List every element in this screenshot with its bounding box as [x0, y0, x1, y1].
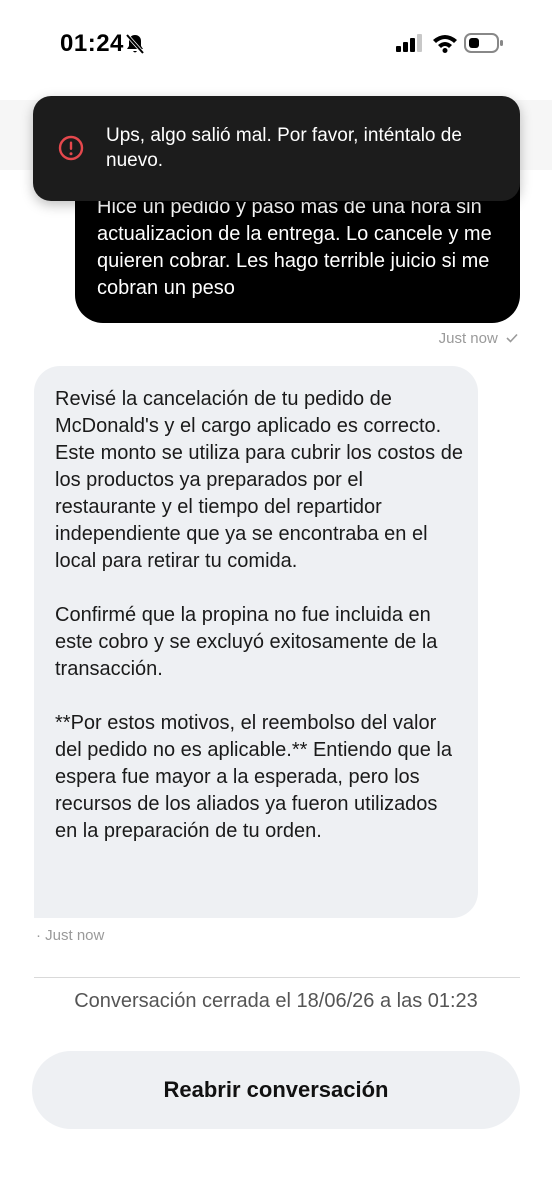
- agent-message-paragraph: Confirmé que la propina no fue incluida …: [55, 604, 438, 680]
- error-toast-message: Ups, algo salió mal. Por favor, inténtal…: [106, 125, 462, 171]
- wifi-icon: [433, 35, 457, 53]
- user-message-text: Hice un pedido y paso mas de una hora si…: [97, 196, 492, 299]
- divider: [34, 977, 520, 978]
- conversation-closed-notice: Conversación cerrada el 18/06/26 a las 0…: [74, 990, 478, 1012]
- agent-message-paragraph: **Por estos motivos, el reembolso del va…: [55, 712, 452, 842]
- cellular-signal-icon: [396, 34, 422, 52]
- error-alert-icon: [58, 135, 84, 161]
- battery-icon: [464, 33, 503, 53]
- user-message-meta: Just now: [439, 330, 518, 347]
- agent-message-timestamp: · Just now: [36, 927, 105, 944]
- reopen-conversation-button[interactable]: Reabrir conversación: [32, 1051, 520, 1129]
- bell-muted-icon: [125, 33, 145, 55]
- status-bar: 01:24: [0, 0, 552, 90]
- agent-message-paragraph: Revisé la cancelación de tu pedido de Mc…: [55, 388, 463, 572]
- agent-message-text: Revisé la cancelación de tu pedido de Mc…: [55, 386, 465, 845]
- error-toast[interactable]: Ups, algo salió mal. Por favor, inténtal…: [33, 96, 520, 201]
- checkmark-icon: [506, 333, 518, 343]
- status-time: 01:24: [60, 30, 124, 57]
- user-message-timestamp: Just now: [438, 330, 498, 347]
